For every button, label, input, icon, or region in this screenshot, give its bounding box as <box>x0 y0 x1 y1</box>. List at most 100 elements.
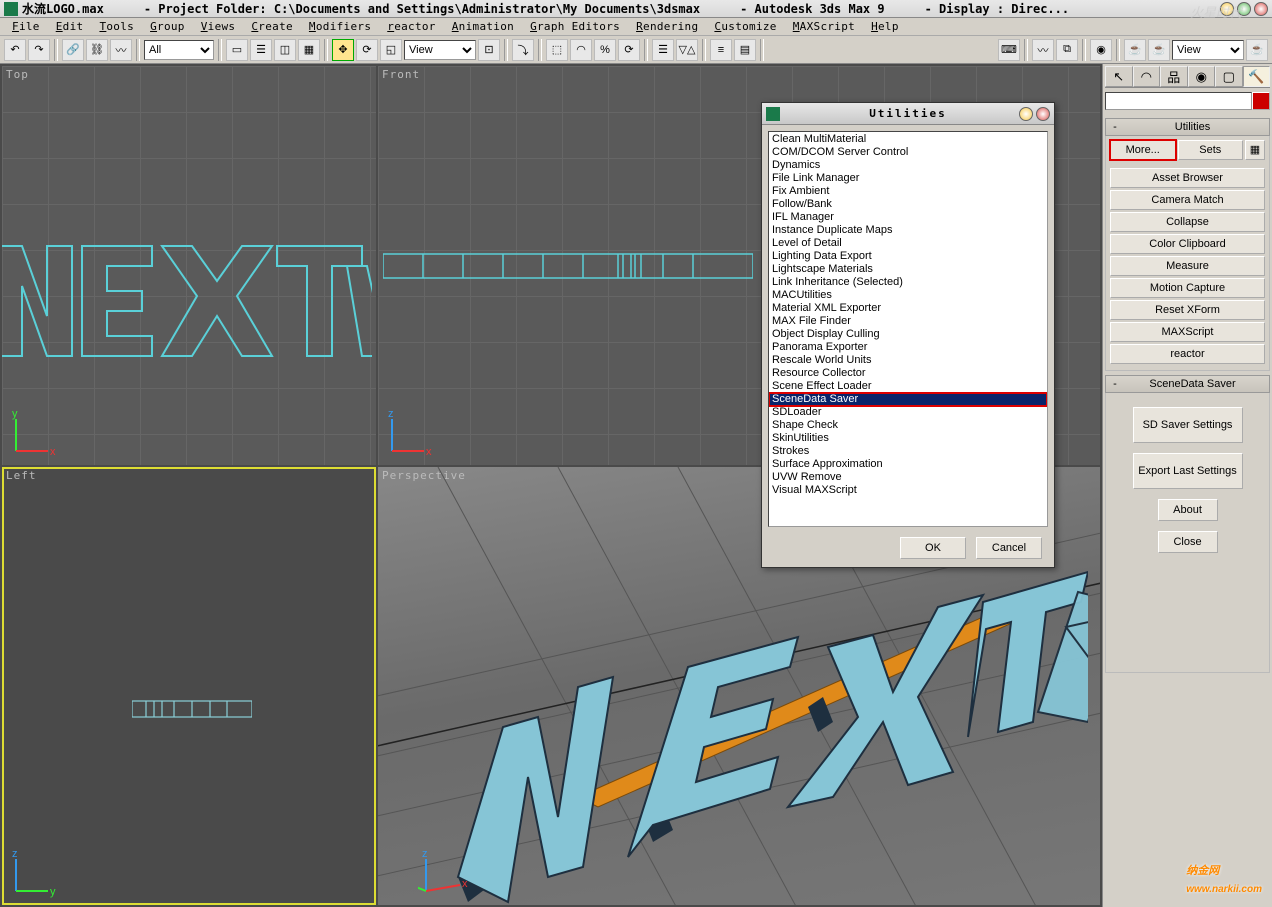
window-close-button[interactable] <box>1254 2 1268 16</box>
list-item[interactable]: Fix Ambient <box>769 185 1047 198</box>
percent-snap-button[interactable]: % <box>594 39 616 61</box>
list-item[interactable]: Strokes <box>769 445 1047 458</box>
list-item[interactable]: Follow/Bank <box>769 198 1047 211</box>
menu-help[interactable]: Help <box>863 19 907 34</box>
configure-sets-button[interactable]: ▦ <box>1245 140 1265 160</box>
menu-graph-editors[interactable]: Graph Editors <box>522 19 628 34</box>
utilities-listbox[interactable]: Clean MultiMaterialCOM/DCOM Server Contr… <box>768 131 1048 527</box>
utility-collapse[interactable]: Collapse <box>1110 212 1265 232</box>
cancel-button[interactable]: Cancel <box>976 537 1042 559</box>
viewport-left[interactable]: Left zy <box>2 467 376 905</box>
list-item[interactable]: Visual MAXScript <box>769 484 1047 497</box>
menu-file[interactable]: File <box>4 19 48 34</box>
list-item[interactable]: UVW Remove <box>769 471 1047 484</box>
list-item[interactable]: Rescale World Units <box>769 354 1047 367</box>
export-last-settings-button[interactable]: Export Last Settings <box>1133 453 1243 489</box>
list-item[interactable]: Scene Effect Loader <box>769 380 1047 393</box>
snap-toggle-button[interactable]: ⬚ <box>546 39 568 61</box>
tab-hierarchy[interactable]: 品 <box>1160 66 1188 87</box>
list-item[interactable]: Surface Approximation <box>769 458 1047 471</box>
list-item[interactable]: Lightscape Materials <box>769 263 1047 276</box>
more-button[interactable]: More... <box>1110 140 1176 160</box>
list-item[interactable]: Resource Collector <box>769 367 1047 380</box>
render-type-dropdown[interactable]: View <box>1172 40 1244 60</box>
selection-filter-dropdown[interactable]: All <box>144 40 214 60</box>
menu-reactor[interactable]: reactor <box>379 19 443 34</box>
dialog-close-button[interactable] <box>1036 107 1050 121</box>
object-name-field[interactable] <box>1105 92 1252 110</box>
keyboard-shortcut-override-button[interactable]: ⌨ <box>998 39 1020 61</box>
menu-modifiers[interactable]: Modifiers <box>301 19 379 34</box>
render-button[interactable]: ☕ <box>1246 39 1268 61</box>
utility-reset-xform[interactable]: Reset XForm <box>1110 300 1265 320</box>
bind-spacewarp-button[interactable]: 〰 <box>110 39 132 61</box>
mirror-button[interactable]: ▽△ <box>676 39 698 61</box>
viewport-top[interactable]: Top yx <box>2 66 376 465</box>
list-item[interactable]: Dynamics <box>769 159 1047 172</box>
list-item[interactable]: Panorama Exporter <box>769 341 1047 354</box>
sd-saver-settings-button[interactable]: SD Saver Settings <box>1133 407 1243 443</box>
select-object-button[interactable]: ▭ <box>226 39 248 61</box>
spinner-snap-button[interactable]: ⟳ <box>618 39 640 61</box>
redo-button[interactable]: ↷ <box>28 39 50 61</box>
utility-color-clipboard[interactable]: Color Clipboard <box>1110 234 1265 254</box>
menu-views[interactable]: Views <box>193 19 244 34</box>
menu-edit[interactable]: Edit <box>48 19 92 34</box>
link-button[interactable]: 🔗 <box>62 39 84 61</box>
list-item[interactable]: Shape Check <box>769 419 1047 432</box>
select-move-button[interactable]: ✥ <box>332 39 354 61</box>
window-crossing-button[interactable]: ▦ <box>298 39 320 61</box>
tab-utilities[interactable]: 🔨 <box>1243 66 1271 87</box>
selection-region-button[interactable]: ◫ <box>274 39 296 61</box>
select-scale-button[interactable]: ◱ <box>380 39 402 61</box>
dialog-title-bar[interactable]: Utilities <box>762 103 1054 125</box>
utility-motion-capture[interactable]: Motion Capture <box>1110 278 1265 298</box>
reference-coord-dropdown[interactable]: View <box>404 40 476 60</box>
utility-camera-match[interactable]: Camera Match <box>1110 190 1265 210</box>
utility-reactor[interactable]: reactor <box>1110 344 1265 364</box>
about-button[interactable]: About <box>1158 499 1218 521</box>
utility-maxscript[interactable]: MAXScript <box>1110 322 1265 342</box>
menu-maxscript[interactable]: MAXScript <box>785 19 863 34</box>
menu-tools[interactable]: Tools <box>91 19 142 34</box>
schematic-view-button[interactable]: ⧉ <box>1056 39 1078 61</box>
list-item[interactable]: MACUtilities <box>769 289 1047 302</box>
list-item[interactable]: COM/DCOM Server Control <box>769 146 1047 159</box>
menu-animation[interactable]: Animation <box>444 19 522 34</box>
quick-render-button[interactable]: ☕ <box>1148 39 1170 61</box>
menu-group[interactable]: Group <box>142 19 193 34</box>
layers-button[interactable]: ▤ <box>734 39 756 61</box>
list-item[interactable]: SDLoader <box>769 406 1047 419</box>
list-item[interactable]: SkinUtilities <box>769 432 1047 445</box>
list-item[interactable]: Object Display Culling <box>769 328 1047 341</box>
list-item[interactable]: Level of Detail <box>769 237 1047 250</box>
utility-measure[interactable]: Measure <box>1110 256 1265 276</box>
utility-asset-browser[interactable]: Asset Browser <box>1110 168 1265 188</box>
tab-create[interactable]: ↖ <box>1105 66 1133 87</box>
menu-rendering[interactable]: Rendering <box>628 19 706 34</box>
render-scene-button[interactable]: ☕ <box>1124 39 1146 61</box>
list-item[interactable]: Instance Duplicate Maps <box>769 224 1047 237</box>
curve-editor-button[interactable]: 〰 <box>1032 39 1054 61</box>
list-item[interactable]: Lighting Data Export <box>769 250 1047 263</box>
list-item[interactable]: MAX File Finder <box>769 315 1047 328</box>
undo-button[interactable]: ↶ <box>4 39 26 61</box>
list-item[interactable]: Clean MultiMaterial <box>769 133 1047 146</box>
tab-modify[interactable]: ◠ <box>1133 66 1161 87</box>
ok-button[interactable]: OK <box>900 537 966 559</box>
menu-customize[interactable]: Customize <box>706 19 784 34</box>
material-editor-button[interactable]: ◉ <box>1090 39 1112 61</box>
list-item[interactable]: File Link Manager <box>769 172 1047 185</box>
rollout-utilities-header[interactable]: - Utilities <box>1105 118 1270 136</box>
select-rotate-button[interactable]: ⟳ <box>356 39 378 61</box>
list-item[interactable]: Material XML Exporter <box>769 302 1047 315</box>
rollout-scenedata-header[interactable]: - SceneData Saver <box>1105 375 1270 393</box>
menu-create[interactable]: Create <box>243 19 301 34</box>
sets-button[interactable]: Sets <box>1178 140 1244 160</box>
use-center-button[interactable]: ⊡ <box>478 39 500 61</box>
named-selection-button[interactable]: ☰ <box>652 39 674 61</box>
tab-motion[interactable]: ◉ <box>1188 66 1216 87</box>
tab-display[interactable]: ▢ <box>1215 66 1243 87</box>
close-button[interactable]: Close <box>1158 531 1218 553</box>
angle-snap-button[interactable]: ◠ <box>570 39 592 61</box>
